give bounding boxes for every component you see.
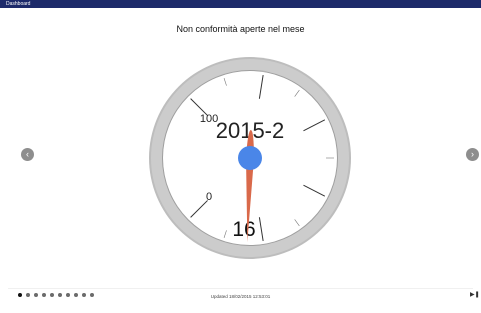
pause-icon[interactable]: ❚❚	[475, 292, 481, 298]
footer-divider	[8, 288, 473, 289]
gauge-value-text: 16	[232, 218, 255, 241]
previous-slide-button[interactable]: ‹	[21, 148, 34, 161]
chevron-right-icon: ›	[471, 149, 474, 159]
gauge-chart: 01002015-216	[149, 57, 351, 259]
gauge-needle-hub	[238, 146, 262, 170]
updated-timestamp: Updated 18/02/2015 12:53:01	[210, 294, 271, 299]
playback-controls[interactable]: ▶❚❚	[470, 291, 481, 298]
chevron-left-icon: ‹	[26, 149, 29, 159]
gauge-tick-label: 0	[206, 191, 212, 203]
next-slide-button[interactable]: ›	[466, 148, 479, 161]
